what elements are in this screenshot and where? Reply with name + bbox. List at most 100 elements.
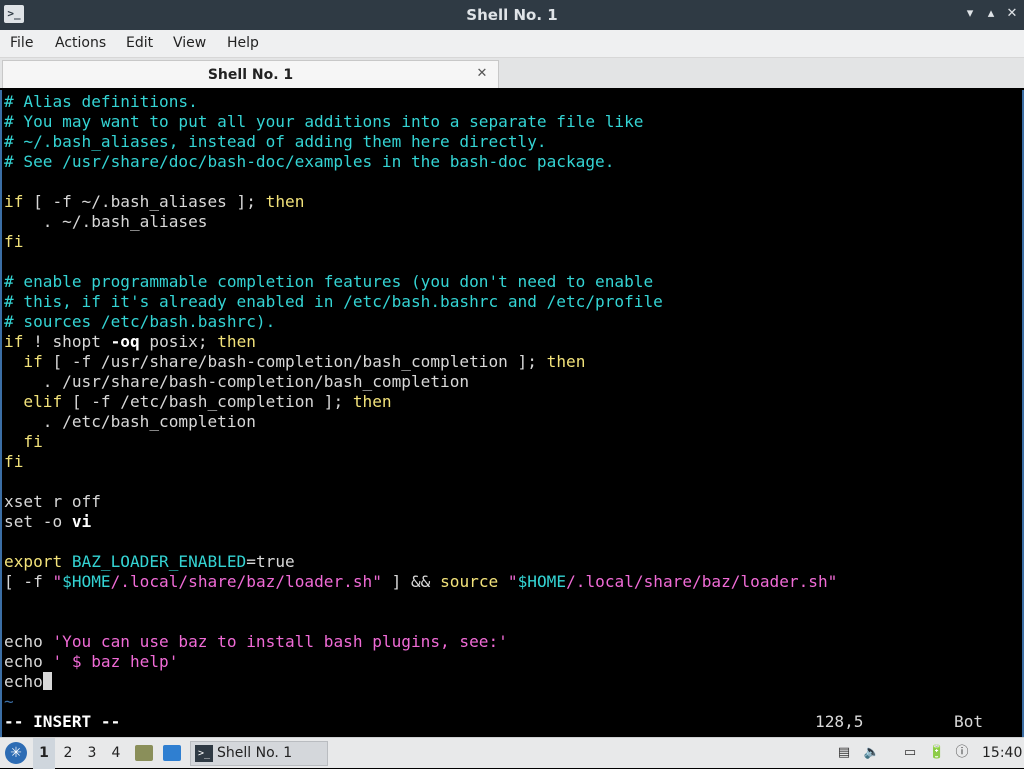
terminal-text: 'You can use baz to install bash plugins… [52, 632, 508, 651]
terminal-text: echo [4, 652, 53, 671]
terminal-view[interactable]: # Alias definitions. # You may want to pu… [0, 90, 1024, 737]
window-titlebar[interactable]: >_ Shell No. 1 ▾ ▴ ✕ [0, 0, 1024, 30]
vim-status-line: -- INSERT -- 128,5 Bot [4, 712, 1022, 732]
terminal-line: # Alias definitions. [4, 92, 198, 112]
terminal-text: then [546, 352, 586, 371]
terminal-line: if ! shopt -oq posix; then [4, 332, 256, 352]
menu-edit[interactable]: Edit [126, 30, 153, 57]
terminal-line: # ~/.bash_aliases, instead of adding the… [4, 132, 547, 152]
terminal-line: # this, if it's already enabled in /etc/… [4, 292, 663, 312]
terminal-text: then [352, 392, 392, 411]
menu-view[interactable]: View [173, 30, 206, 57]
terminal-line: # sources /etc/bash.bashrc). [4, 312, 275, 332]
terminal-text: elif [23, 392, 63, 411]
maximize-button[interactable]: ▴ [982, 5, 1000, 23]
workspace-2[interactable]: 2 [57, 738, 79, 769]
close-button[interactable]: ✕ [1003, 5, 1021, 23]
menu-file[interactable]: File [10, 30, 33, 57]
terminal-text: if [4, 332, 24, 351]
menu-bar: File Actions Edit View Help [0, 30, 1024, 58]
terminal-line: . /usr/share/bash-completion/bash_comple… [4, 372, 469, 392]
task-button-label: Shell No. 1 [217, 745, 293, 761]
show-desktop-icon[interactable] [163, 745, 181, 761]
terminal-line: . ~/.bash_aliases [4, 212, 208, 232]
terminal-icon: >_ [195, 745, 213, 762]
terminal-text: ~ [4, 692, 14, 711]
terminal-text: # enable programmable completion feature… [4, 272, 654, 291]
terminal-text: fi [4, 452, 24, 471]
workspace-1[interactable]: 1 [33, 738, 55, 769]
terminal-line: xset r off [4, 492, 101, 512]
window-title: Shell No. 1 [466, 6, 558, 24]
terminal-line: # You may want to put all your additions… [4, 112, 644, 132]
terminal-text: /.local/share/baz/loader.sh" [566, 572, 838, 591]
clipboard-icon[interactable]: ▤ [835, 745, 853, 761]
terminal-text: # sources /etc/bash.bashrc). [4, 312, 276, 331]
terminal-text: [ -f /etc/bash_completion ]; [62, 392, 353, 411]
terminal-text: ' $ baz help' [52, 652, 179, 671]
terminal-text: echo [4, 632, 53, 651]
tab-close-icon[interactable]: ✕ [474, 66, 490, 82]
terminal-text: then [265, 192, 305, 211]
terminal-text: =true [246, 552, 295, 571]
workspace-4[interactable]: 4 [105, 738, 127, 769]
terminal-text: set -o [4, 512, 72, 531]
terminal-line: fi [4, 452, 23, 472]
network-icon[interactable]: ▭ [901, 745, 919, 761]
text-cursor [42, 672, 52, 690]
terminal-line: elif [ -f /etc/bash_completion ]; then [4, 392, 392, 412]
terminal-text: # ~/.bash_aliases, instead of adding the… [4, 132, 547, 151]
menu-help[interactable]: Help [227, 30, 259, 57]
terminal-text: source [440, 572, 499, 591]
terminal-text: [ -f [4, 572, 53, 591]
terminal-line: echo ' $ baz help' [4, 652, 178, 672]
terminal-text: # See /usr/share/doc/bash-doc/examples i… [4, 152, 615, 171]
terminal-text: " [507, 572, 518, 591]
terminal-line: ~ [4, 692, 14, 712]
clock[interactable]: 15:40 [982, 738, 1022, 769]
terminal-line: if [ -f /usr/share/bash-completion/bash_… [4, 352, 585, 372]
terminal-text: xset r off [4, 492, 101, 511]
task-button-shell-1[interactable]: >_ Shell No. 1 [190, 741, 328, 766]
terminal-line: [ -f "$HOME/.local/share/baz/loader.sh" … [4, 572, 837, 592]
terminal-text: . ~/.bash_aliases [4, 212, 208, 231]
workspace-3[interactable]: 3 [81, 738, 103, 769]
terminal-text: BAZ_LOADER_ENABLED [71, 552, 247, 571]
tab-shell-1[interactable]: Shell No. 1 ✕ [2, 60, 499, 88]
terminal-line: set -o vi [4, 512, 91, 532]
terminal-line: export BAZ_LOADER_ENABLED=true [4, 552, 295, 572]
terminal-text: if [4, 192, 24, 211]
menu-actions[interactable]: Actions [55, 30, 106, 57]
terminal-line: fi [4, 432, 43, 452]
terminal-line: if [ -f ~/.bash_aliases ]; then [4, 192, 304, 212]
volume-icon[interactable]: 🔈 [863, 745, 881, 761]
tab-label: Shell No. 1 [207, 67, 294, 83]
terminal-text: export [4, 552, 63, 571]
terminal-text: $HOME [517, 572, 567, 591]
start-menu-icon[interactable]: ✳ [5, 742, 27, 764]
terminal-text: . /etc/bash_completion [4, 412, 256, 431]
terminal-text: -oq [110, 332, 140, 351]
file-manager-icon[interactable] [135, 745, 153, 761]
terminal-text: then [217, 332, 256, 351]
vim-mode-indicator: -- INSERT -- [4, 712, 121, 731]
minimize-button[interactable]: ▾ [961, 5, 979, 23]
terminal-text: $HOME [62, 572, 111, 591]
terminal-text: ! shopt [23, 332, 111, 351]
notification-icon[interactable]: ⓘ [953, 745, 971, 761]
terminal-text: " [52, 572, 63, 591]
terminal-text: ] && [381, 572, 441, 591]
terminal-line: . /etc/bash_completion [4, 412, 256, 432]
scroll-position: Bot [954, 712, 984, 731]
terminal-text: fi [23, 432, 43, 451]
terminal-line: echo [4, 672, 52, 692]
terminal-text: [ -f /usr/share/bash-completion/bash_com… [42, 352, 547, 371]
battery-icon[interactable]: 🔋 [928, 745, 946, 761]
terminal-line: # enable programmable completion feature… [4, 272, 653, 292]
terminal-text: fi [4, 232, 24, 251]
terminal-line: fi [4, 232, 23, 252]
